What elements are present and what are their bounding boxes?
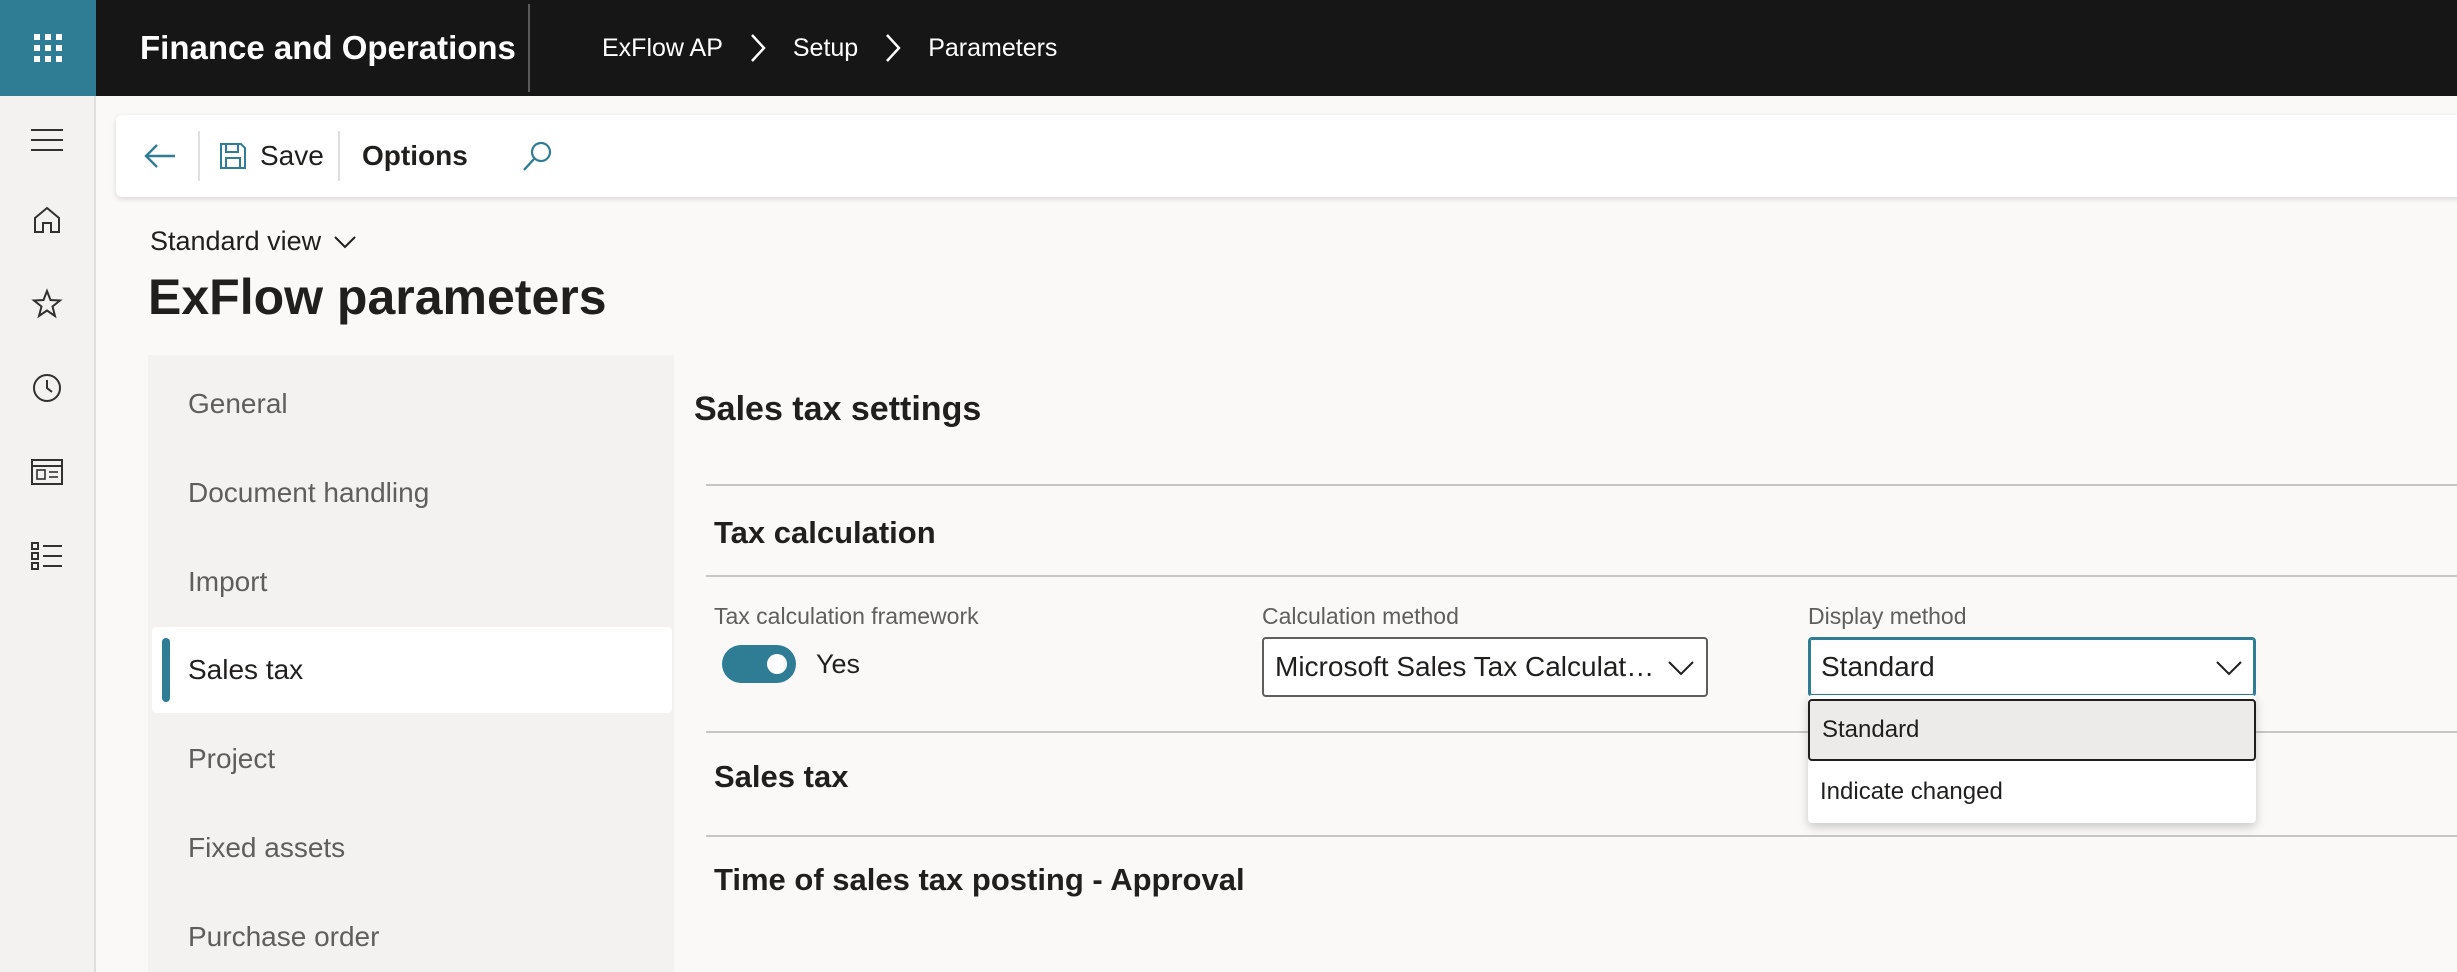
calculation-method-select[interactable]: Microsoft Sales Tax Calculatio...	[1262, 637, 1708, 697]
back-button[interactable]	[138, 134, 182, 178]
content-area: Sales tax settings Tax calculation Tax c…	[674, 355, 2457, 972]
favorites-button[interactable]	[0, 274, 94, 334]
action-pane: Save Options	[116, 115, 2457, 197]
nav-item-fixed-assets[interactable]: Fixed assets	[152, 805, 672, 891]
display-method-select[interactable]: Standard	[1808, 637, 2256, 697]
nav-item-general[interactable]: General	[152, 361, 672, 447]
save-button[interactable]: Save	[218, 133, 324, 179]
chevron-right-icon	[749, 33, 767, 63]
tax-posting-approval-header[interactable]: Time of sales tax posting - Approval	[714, 862, 1245, 898]
tax-calculation-framework-toggle[interactable]	[722, 645, 796, 683]
chevron-down-icon	[1666, 653, 1696, 683]
breadcrumb-item-parameters[interactable]: Parameters	[928, 34, 1057, 63]
display-method-dropdown: Standard Indicate changed	[1808, 695, 2256, 823]
nav-item-import[interactable]: Import	[152, 539, 672, 625]
chevron-down-icon	[2214, 653, 2244, 683]
nav-item-label: Sales tax	[188, 654, 304, 685]
breadcrumb-item-setup[interactable]: Setup	[793, 34, 858, 63]
top-bar: Finance and Operations ExFlow AP Setup P…	[0, 0, 2457, 96]
nav-item-purchase-order[interactable]: Purchase order	[152, 894, 672, 972]
divider	[706, 835, 2457, 837]
active-indicator	[162, 638, 170, 702]
nav-item-sales-tax[interactable]: Sales tax	[152, 627, 672, 713]
modules-button[interactable]	[0, 526, 94, 586]
view-selector[interactable]: Standard view	[150, 226, 357, 257]
parameters-nav: General Document handling Import Sales t…	[148, 355, 674, 972]
options-tab[interactable]: Options	[362, 133, 468, 179]
tax-calculation-header[interactable]: Tax calculation	[714, 515, 936, 551]
workspaces-button[interactable]	[0, 442, 94, 502]
hamburger-icon	[31, 129, 63, 151]
dropdown-option-standard[interactable]: Standard	[1808, 699, 2256, 761]
tax-calculation-framework-label: Tax calculation framework	[714, 603, 979, 629]
calculation-method-label: Calculation method	[1262, 603, 1459, 629]
page-title: ExFlow parameters	[148, 269, 607, 325]
view-selector-label: Standard view	[150, 226, 322, 256]
nav-item-document-handling[interactable]: Document handling	[152, 450, 672, 536]
workspace-icon	[31, 459, 63, 485]
waffle-icon	[34, 34, 62, 62]
navigation-rail	[0, 96, 96, 972]
divider	[706, 575, 2457, 577]
chevron-down-icon	[334, 235, 356, 248]
divider	[706, 484, 2457, 486]
app-title[interactable]: Finance and Operations	[140, 0, 516, 96]
topbar-divider	[528, 4, 530, 92]
display-method-label: Display method	[1808, 603, 1967, 629]
chevron-right-icon	[884, 33, 902, 63]
breadcrumb-item-exflow-ap[interactable]: ExFlow AP	[602, 34, 723, 63]
save-button-label: Save	[260, 140, 324, 171]
toggle-value-label: Yes	[816, 649, 861, 679]
save-icon	[220, 143, 246, 169]
home-icon	[34, 206, 60, 233]
arrow-left-icon	[144, 144, 175, 168]
list-icon	[31, 542, 62, 570]
display-method-value: Standard	[1821, 651, 1935, 682]
expand-navigation-button[interactable]	[0, 110, 94, 170]
star-icon	[31, 288, 63, 319]
home-button[interactable]	[0, 190, 94, 250]
dropdown-option-indicate-changed[interactable]: Indicate changed	[1808, 761, 2256, 823]
toolbar-divider	[338, 131, 340, 181]
section-title: Sales tax settings	[694, 390, 982, 428]
toggle-knob	[767, 654, 787, 674]
search-button[interactable]	[516, 134, 560, 178]
search-icon	[523, 141, 552, 171]
sales-tax-header[interactable]: Sales tax	[714, 759, 848, 795]
nav-item-project[interactable]: Project	[152, 716, 672, 802]
breadcrumb: ExFlow AP Setup Parameters	[602, 0, 1057, 96]
toolbar-divider	[198, 131, 200, 181]
clock-icon	[33, 374, 61, 402]
recent-button[interactable]	[0, 358, 94, 418]
calculation-method-value: Microsoft Sales Tax Calculatio...	[1275, 651, 1655, 682]
app-launcher-button[interactable]	[0, 0, 96, 96]
